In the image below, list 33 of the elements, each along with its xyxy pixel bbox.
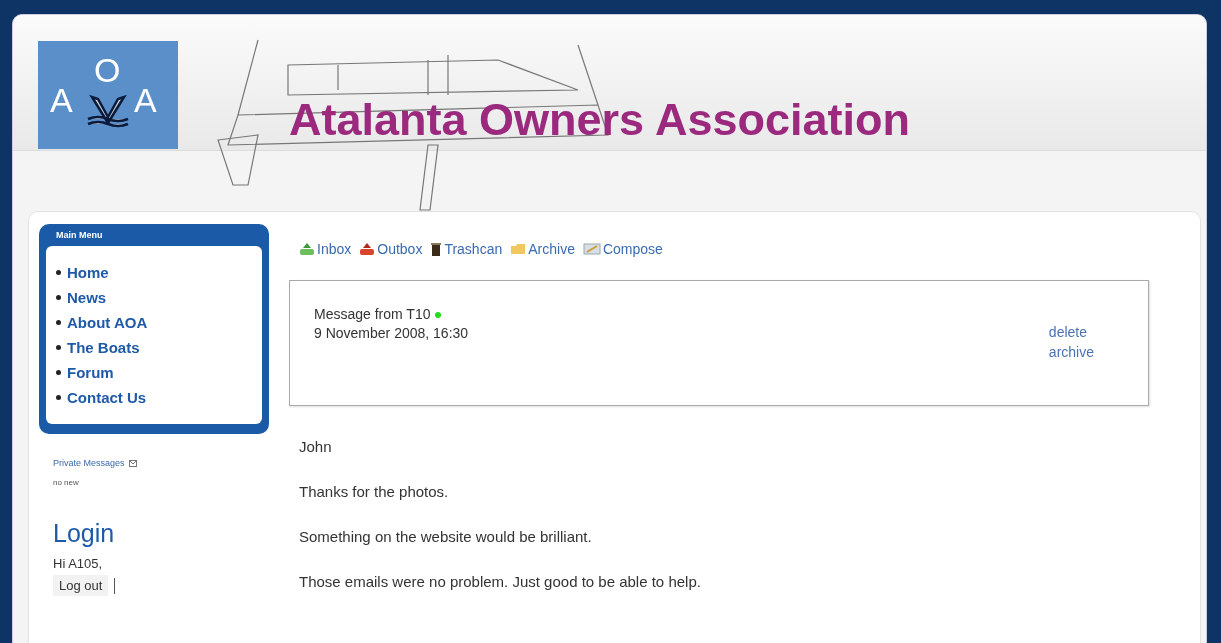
menu-link[interactable]: About AOA [67, 314, 148, 331]
messages-status: no new [53, 478, 80, 487]
action-link[interactable]: archive [1048, 342, 1094, 362]
toolbar-link[interactable]: Trashcan [430, 241, 503, 257]
logo: A O A [38, 41, 178, 149]
message-paragraph: Those emails were no problem. Just good to be able to help. [299, 572, 702, 592]
toolbar-link[interactable]: Compose [582, 241, 663, 257]
menu-title: Main Menu [55, 229, 104, 242]
logout-button[interactable]: Log out [53, 575, 109, 596]
message-paragraph: John [299, 437, 333, 457]
menu-link[interactable]: News [67, 289, 107, 306]
action-link[interactable]: delete [1048, 322, 1094, 342]
message-date: 9 November 2008, 16:30 [314, 324, 469, 343]
menu-link[interactable]: Contact Us [67, 389, 147, 406]
tray-icon [299, 242, 315, 256]
menu-link[interactable]: Forum [67, 364, 114, 381]
private-messages-link[interactable]: Private Messages [53, 458, 125, 468]
login-heading: Login [53, 519, 116, 548]
menu-link[interactable]: The Boats [67, 339, 140, 356]
sender: Message from T10 [314, 305, 431, 324]
site-title: Atalanta Owners Association [289, 93, 910, 147]
envelope-icon [128, 459, 137, 467]
toolbar-link[interactable]: Outbox [359, 241, 423, 257]
message-paragraph: Something on the website would be brilliant. [299, 527, 593, 547]
tray-icon [359, 242, 376, 256]
toolbar-link[interactable]: Inbox [299, 241, 352, 257]
menu-link[interactable]: Home [67, 264, 109, 281]
trash-icon [430, 242, 443, 256]
greeting: Hi A105, [53, 556, 104, 571]
folder-icon [510, 243, 527, 255]
toolbar-link[interactable]: Archive [510, 241, 575, 257]
notepad-icon [582, 243, 601, 255]
message-paragraph: Thanks for the photos. [299, 482, 450, 502]
